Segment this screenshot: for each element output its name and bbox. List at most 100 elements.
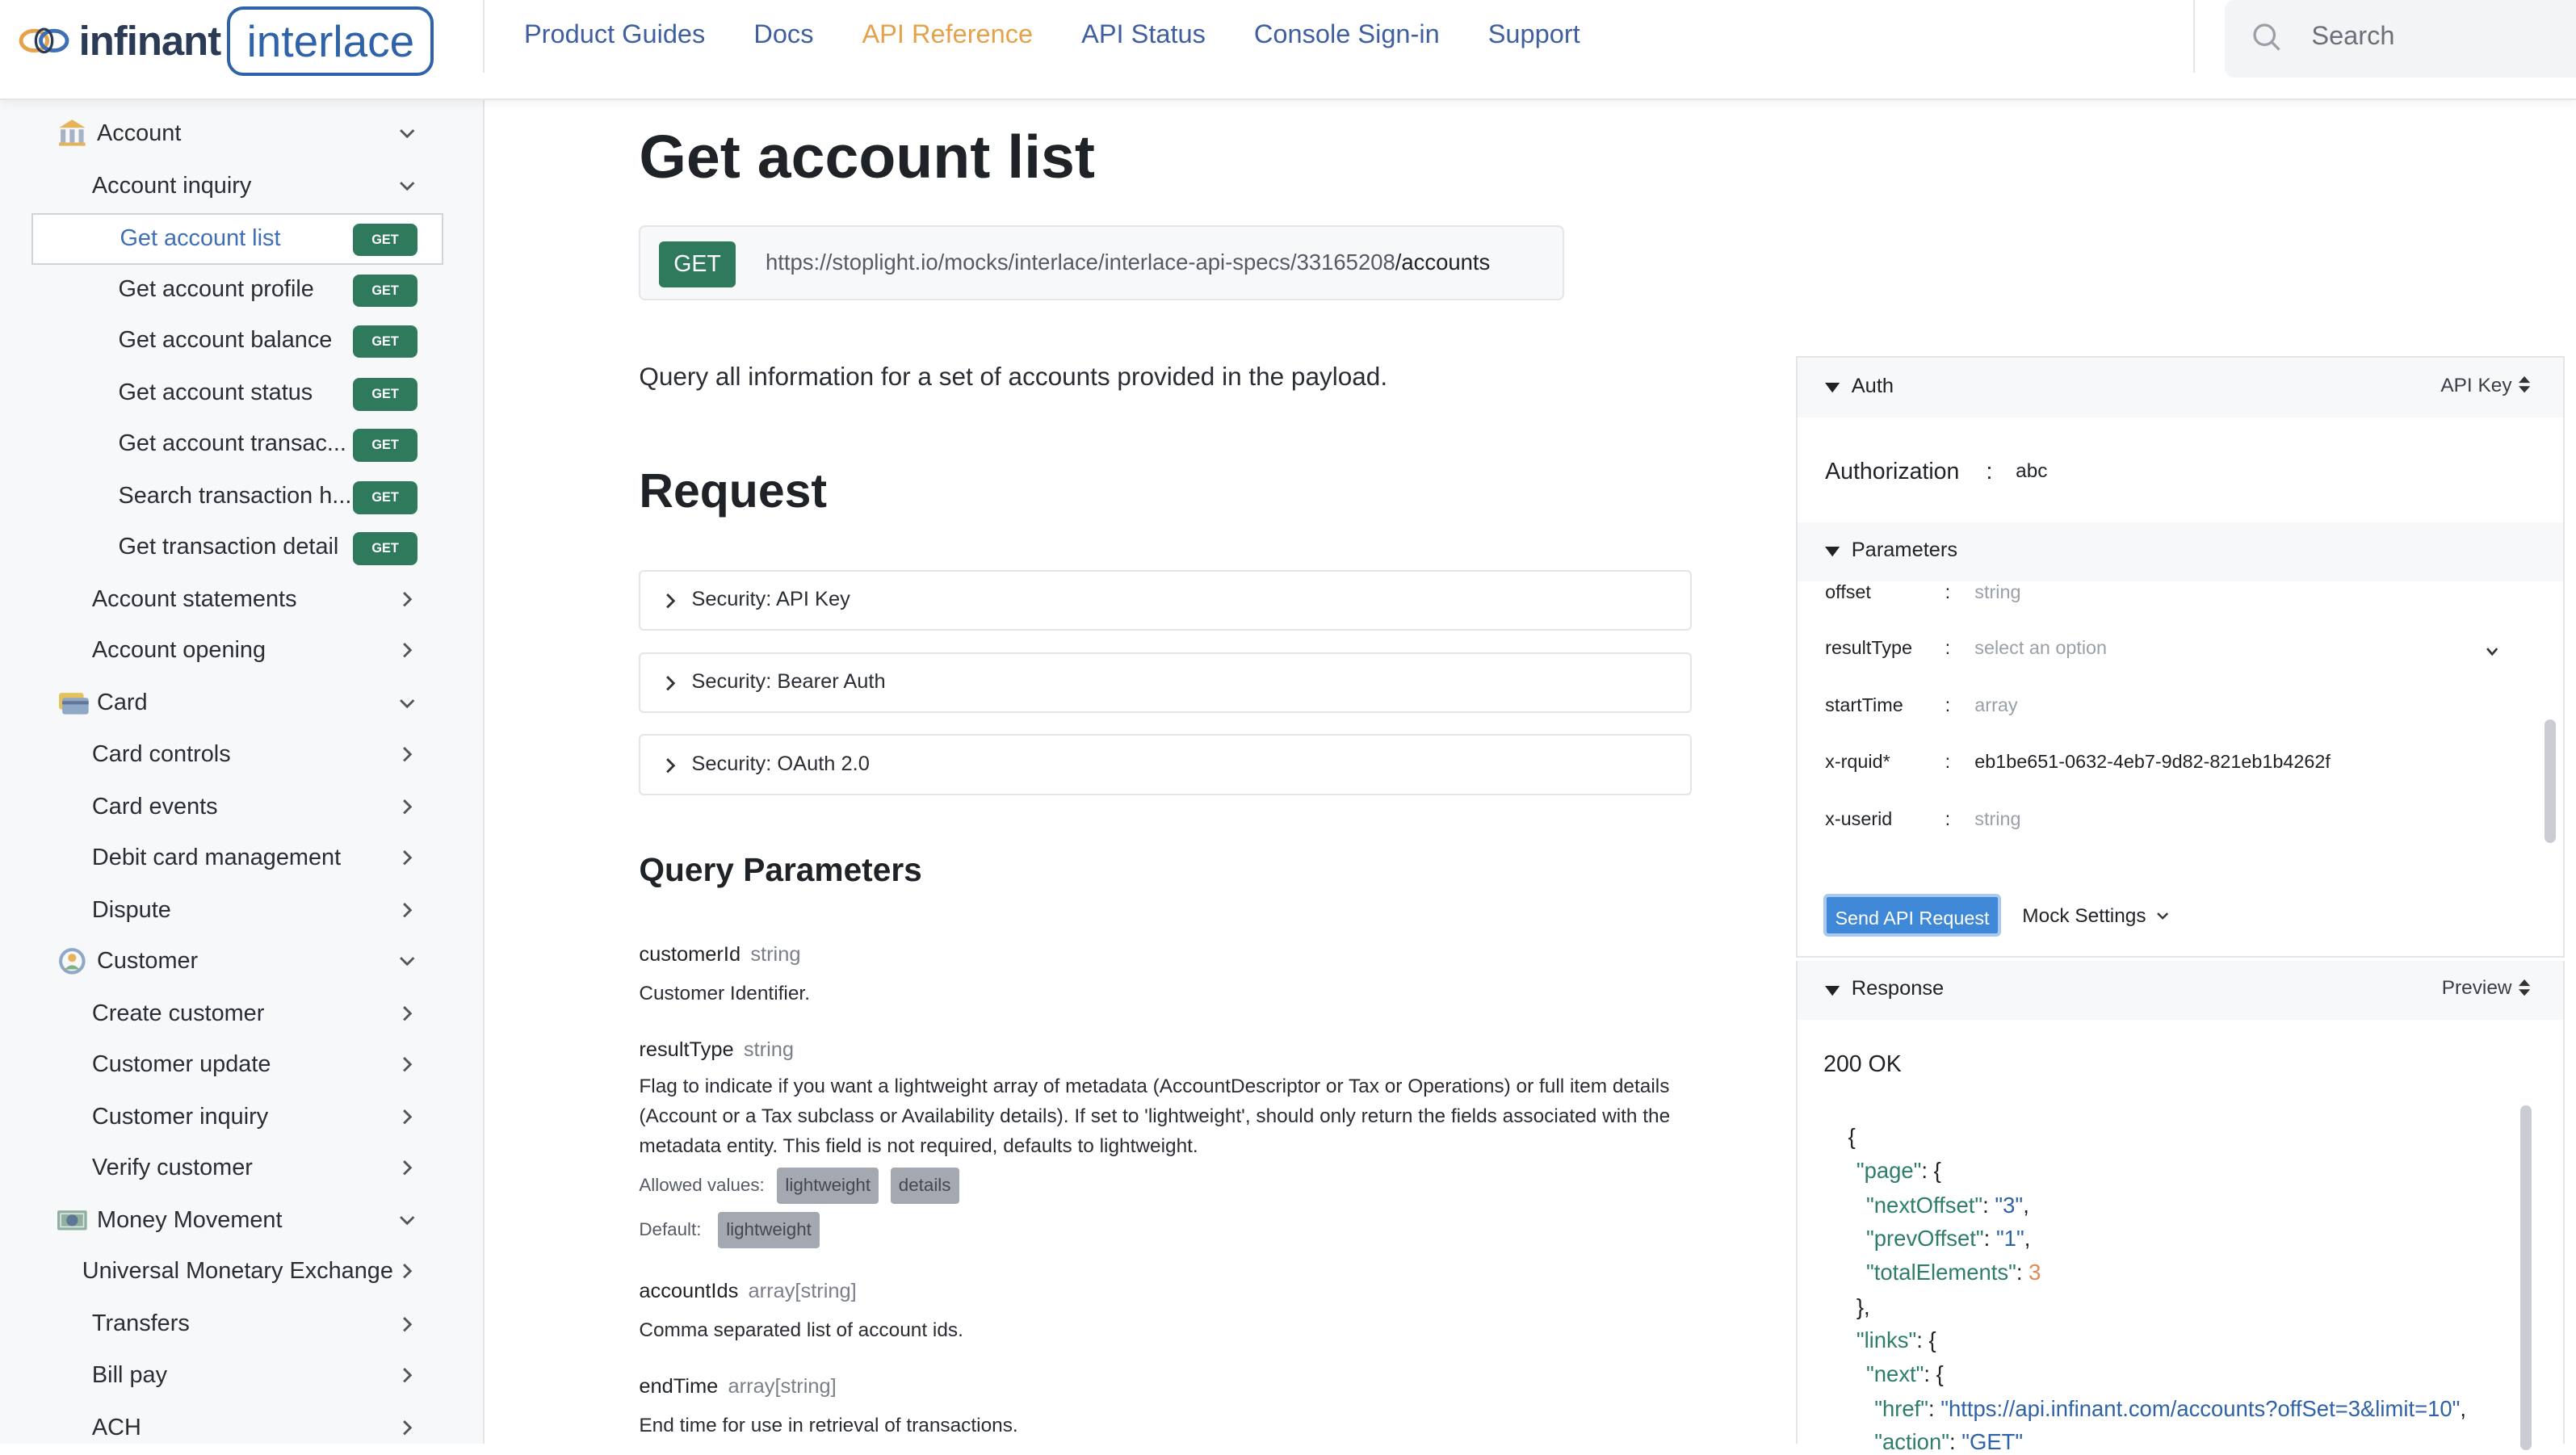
sidebar-item-verify-customer[interactable]: Verify customer — [0, 1145, 483, 1196]
sidebar-item-get-transaction-detail[interactable]: Get transaction detail GET — [0, 524, 483, 575]
sidebar-item-dispute[interactable]: Dispute — [0, 887, 483, 938]
chevron-down-icon — [400, 957, 415, 967]
offset-input[interactable]: string — [1974, 581, 2020, 603]
param-name-text: endTime — [639, 1374, 719, 1398]
resulttype-select[interactable]: select an option — [1974, 637, 2107, 659]
sidebar-item-label: Account statements — [91, 586, 297, 613]
param-description: Flag to indicate if you want a lightweig… — [639, 1076, 1671, 1157]
auth-mode-select[interactable]: API Key — [2440, 375, 2530, 397]
security-label: Security: API Key — [691, 588, 850, 611]
response-mode-value: Preview — [2441, 977, 2512, 1000]
security-label: Security: OAuth 2.0 — [691, 752, 870, 775]
response-section-header[interactable]: Response Preview — [1797, 961, 2563, 1021]
allowed-value-chip: lightweight — [777, 1168, 879, 1205]
param-description: End time for use in retrieval of transac… — [639, 1414, 1018, 1436]
sidebar-item-debit-card-management[interactable]: Debit card management — [0, 834, 483, 885]
json-line: "prevOffset": "1", — [1866, 1225, 2031, 1251]
security-bearer-auth[interactable]: Security: Bearer Auth — [639, 652, 1693, 713]
nav-docs[interactable]: Docs — [753, 19, 813, 49]
sidebar-item-label: Get account transac... — [118, 430, 346, 456]
x-userid-input[interactable]: string — [1974, 808, 2020, 830]
sidebar-item-account-statements[interactable]: Account statements — [0, 577, 483, 627]
param-name-text: resultType — [639, 1038, 734, 1061]
security-api-key[interactable]: Security: API Key — [639, 569, 1693, 631]
chevron-down-icon[interactable] — [2484, 644, 2500, 660]
sidebar-item-label: Card events — [91, 793, 218, 820]
logo-text: infinant — [78, 18, 222, 65]
sidebar-item-customer[interactable]: Customer — [0, 938, 483, 989]
sidebar-item-universal-monetary-exchange[interactable]: Universal Monetary Exchange — [0, 1248, 483, 1299]
brand-logo[interactable]: infinant interlace — [18, 6, 434, 76]
param-description: Comma separated list of account ids. — [639, 1319, 963, 1341]
parameters-section-header[interactable]: Parameters — [1797, 522, 2563, 582]
request-heading: Request — [639, 463, 828, 518]
allowed-value-chip: details — [890, 1168, 959, 1205]
sidebar-item-get-account-list[interactable]: Get account list GET — [31, 213, 444, 265]
sidebar-item-label: Money Movement — [97, 1207, 283, 1234]
nav-console-sign-in[interactable]: Console Sign-in — [1254, 19, 1440, 49]
divider — [2192, 0, 2195, 73]
sidebar-item-account-opening[interactable]: Account opening — [0, 627, 483, 678]
sidebar-item-card-controls[interactable]: Card controls — [0, 731, 483, 782]
sidebar-item-create-customer[interactable]: Create customer — [0, 991, 483, 1042]
auth-section-header[interactable]: Auth API Key — [1797, 358, 2563, 417]
sidebar-item-get-account-profile[interactable]: Get account profile GET — [0, 266, 483, 317]
security-oauth[interactable]: Security: OAuth 2.0 — [639, 734, 1693, 795]
sidebar-item-transfers[interactable]: Transfers — [0, 1301, 483, 1352]
sidebar-item-ach[interactable]: ACH — [0, 1404, 483, 1444]
send-api-request-button[interactable]: Send API Request — [1823, 893, 2001, 937]
sidebar-item-label: Bill pay — [91, 1361, 168, 1388]
sidebar-item-get-account-status[interactable]: Get account status GET — [0, 370, 483, 421]
sidebar-item-label: Create customer — [91, 1000, 265, 1026]
sidebar-item-bill-pay[interactable]: Bill pay — [0, 1352, 483, 1403]
authorization-input[interactable]: abc — [2016, 460, 2047, 483]
infinant-logo-icon — [19, 27, 69, 54]
colon: : — [1986, 458, 1993, 484]
response-mode-select[interactable]: Preview — [2442, 977, 2530, 1000]
allowed-values-label: Allowed values: — [639, 1174, 765, 1195]
param-name: accountIds array[string] — [639, 1280, 856, 1303]
auth-mode-value: API Key — [2440, 374, 2512, 396]
sidebar-item-customer-inquiry[interactable]: Customer inquiry — [0, 1094, 483, 1145]
mock-settings-label: Mock Settings — [2022, 904, 2146, 927]
json-string: "3" — [1995, 1192, 2024, 1218]
nav-product-guides[interactable]: Product Guides — [524, 19, 705, 49]
json-line: "links": { — [1856, 1327, 1936, 1352]
colon: : — [1945, 694, 1951, 716]
param-description: Customer Identifier. — [639, 982, 810, 1004]
nav-support[interactable]: Support — [1488, 19, 1580, 49]
sidebar-item-search-transaction-history[interactable]: Search transaction h... GET — [0, 473, 483, 524]
parameters-scrollbar[interactable] — [2545, 719, 2557, 843]
main-content: Get account list GET https://stoplight.i… — [485, 99, 1795, 1444]
chevron-down-icon — [400, 128, 415, 138]
nav-api-reference[interactable]: API Reference — [862, 19, 1033, 49]
sidebar-item-label: Get account list — [120, 224, 281, 251]
sidebar-item-card[interactable]: Card — [0, 680, 483, 731]
sidebar-item-label: Debit card management — [91, 844, 342, 870]
search-input[interactable]: Search — [2224, 0, 2576, 78]
divider — [483, 0, 485, 73]
sidebar-item-card-events[interactable]: Card events — [0, 783, 483, 834]
top-navigation-bar: infinant interlace Product Guides Docs A… — [0, 0, 2576, 101]
nav-api-status[interactable]: API Status — [1081, 19, 1206, 49]
param-name: endTime array[string] — [639, 1375, 836, 1398]
endpoint-url-box: GET https://stoplight.io/mocks/interlace… — [639, 224, 1564, 301]
chevron-down-icon — [2156, 912, 2168, 920]
caret-down-icon — [1825, 985, 1840, 996]
starttime-input[interactable]: array — [1974, 694, 2017, 716]
sidebar-item-get-account-balance[interactable]: Get account balance GET — [0, 317, 483, 368]
sidebar-item-money-movement[interactable]: Money Movement — [0, 1197, 483, 1248]
chevron-right-icon — [665, 757, 676, 774]
endpoint-url[interactable]: https://stoplight.io/mocks/interlace/int… — [766, 249, 1490, 275]
sidebar-item-label: Get account balance — [118, 326, 333, 353]
mock-settings-button[interactable]: Mock Settings — [2022, 905, 2169, 928]
sidebar-item-account[interactable]: Account — [0, 110, 483, 161]
sidebar-item-get-account-transactions[interactable]: Get account transac... GET — [0, 421, 483, 472]
sidebar-item-account-inquiry[interactable]: Account inquiry — [0, 162, 483, 213]
sidebar-item-customer-update[interactable]: Customer update — [0, 1042, 483, 1092]
chevron-right-icon — [403, 1160, 413, 1176]
x-rquid-input[interactable]: eb1be651-0632-4eb7-9d82-821eb1b4262f — [1974, 751, 2331, 773]
bank-icon — [59, 120, 86, 147]
sidebar-item-label: Card — [97, 690, 148, 716]
response-scrollbar[interactable] — [2519, 1105, 2532, 1451]
